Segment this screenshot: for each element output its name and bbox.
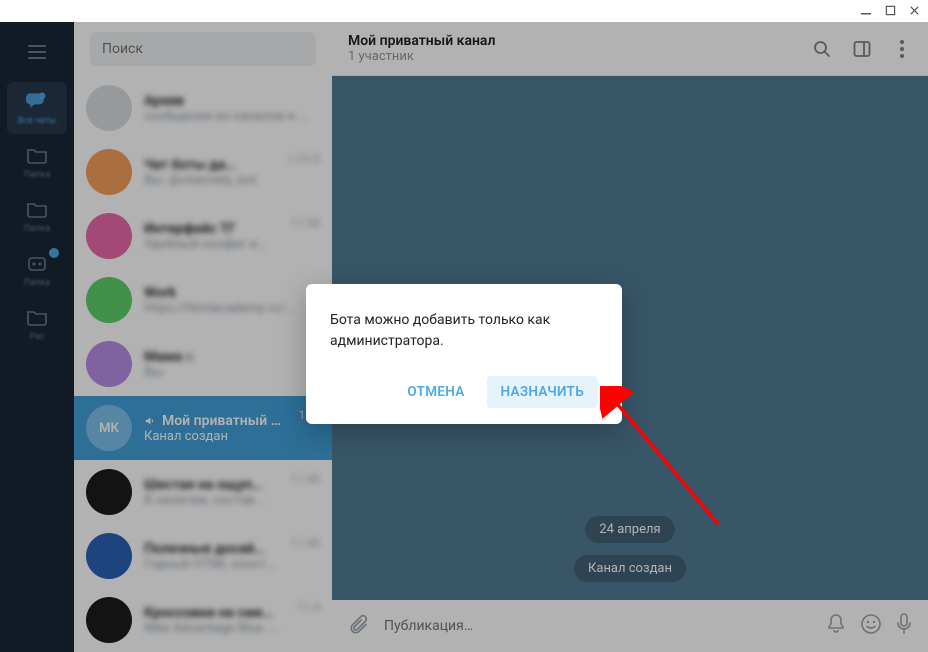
close-button[interactable]	[906, 2, 922, 18]
titlebar	[0, 0, 928, 22]
confirm-dialog: Бота можно добавить только как администр…	[306, 284, 622, 424]
dialog-text: Бота можно добавить только как администр…	[330, 310, 598, 352]
window-controls	[858, 2, 922, 18]
dialog-actions: ОТМЕНА НАЗНАЧИТЬ	[330, 376, 598, 408]
modal-overlay[interactable]: Бота можно добавить только как администр…	[0, 22, 928, 652]
maximize-button[interactable]	[882, 2, 898, 18]
assign-button[interactable]: НАЗНАЧИТЬ	[487, 376, 598, 408]
app-window: Все чаты Папка Папка Папка	[0, 0, 928, 652]
cancel-button[interactable]: ОТМЕНА	[393, 376, 478, 408]
minimize-button[interactable]	[858, 2, 874, 18]
